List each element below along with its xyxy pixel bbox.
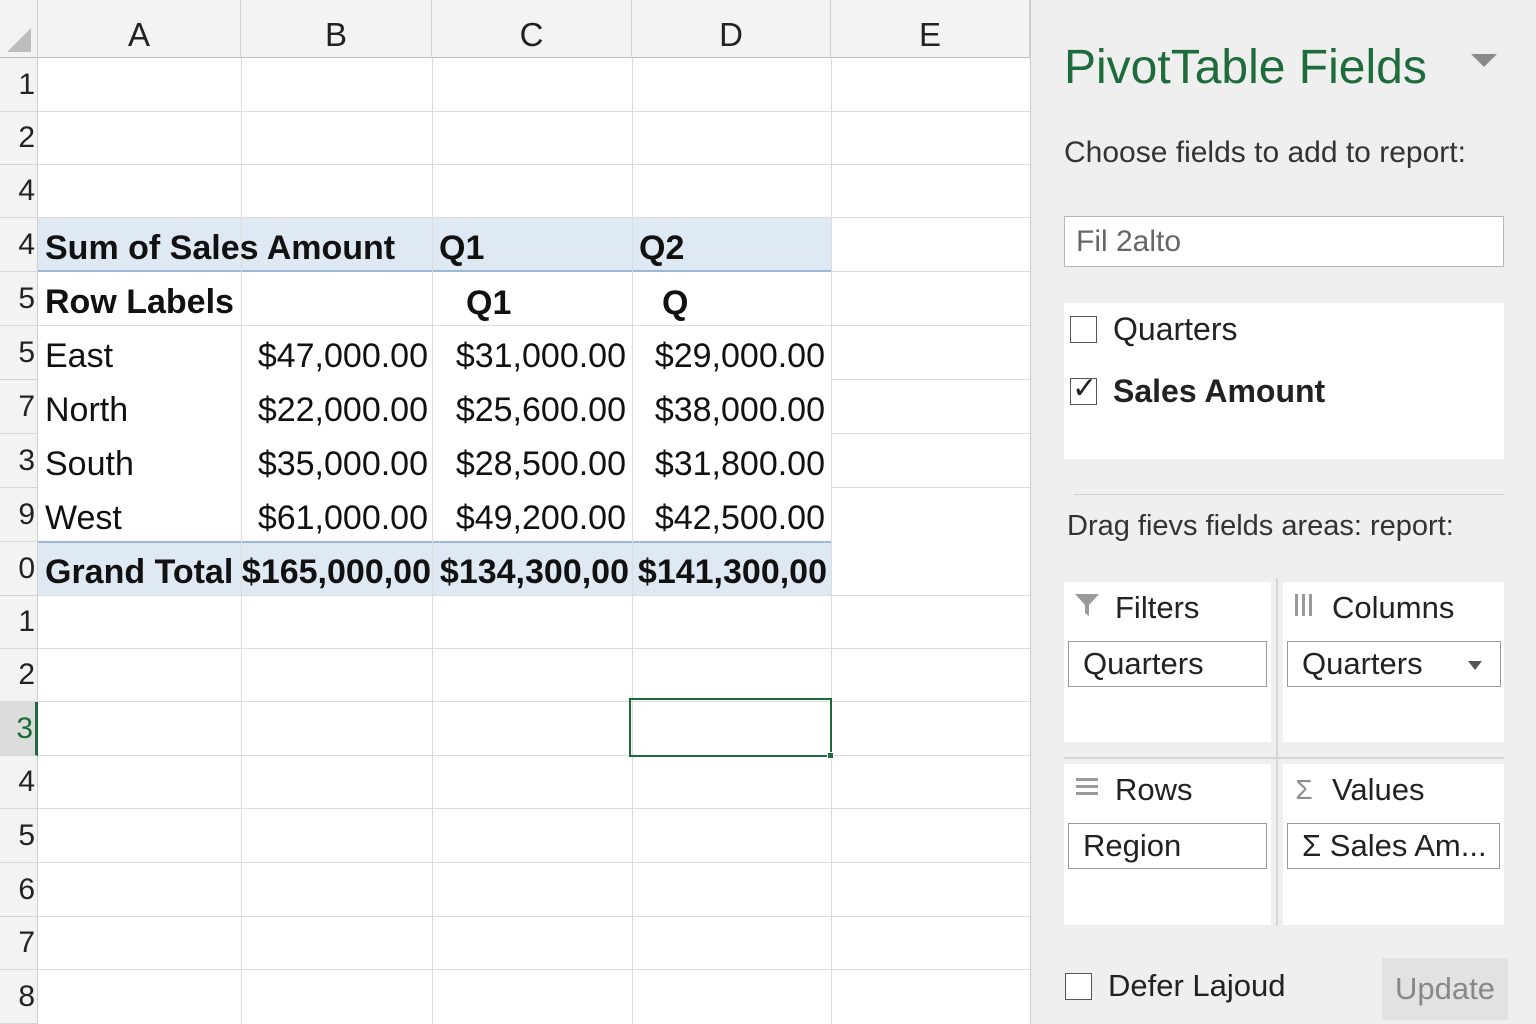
update-button[interactable]: Update — [1382, 958, 1508, 1020]
pivot-value-cell[interactable]: $22,000.00 — [241, 383, 428, 437]
column-header-b[interactable]: B — [241, 0, 432, 58]
pill-label: Quarters — [1302, 646, 1423, 681]
pivot-column-header[interactable]: Q2 — [639, 221, 684, 275]
select-all-corner[interactable] — [0, 0, 38, 58]
choose-fields-label: Choose fields to add to report: — [1064, 136, 1466, 169]
pivot-row-label[interactable]: West — [45, 491, 122, 545]
pivot-fields-pane: PivotTable Fields Choose fields to add t… — [1030, 0, 1536, 1024]
field-search-input[interactable]: Fil 2alto — [1064, 216, 1504, 267]
row-header[interactable]: 5 — [0, 326, 38, 380]
column-letter: D — [719, 16, 743, 53]
field-label: Sales Amount — [1113, 373, 1326, 409]
pivot-value-cell[interactable]: $35,000.00 — [241, 437, 428, 491]
column-letter: A — [127, 16, 150, 53]
row-header[interactable]: 2 — [0, 112, 38, 165]
row-header[interactable]: 2 — [0, 649, 38, 702]
row-header-active[interactable]: 3 — [0, 702, 38, 756]
pivot-row-label[interactable]: South — [45, 437, 134, 491]
pane-options-dropdown-icon[interactable] — [1471, 54, 1497, 67]
area-separator — [1276, 578, 1278, 926]
pivot-value-cell[interactable]: $38,000.00 — [632, 383, 825, 437]
pivot-value-cell[interactable]: $25,600.00 — [432, 383, 626, 437]
filter-icon — [1071, 591, 1103, 626]
columns-icon — [1288, 591, 1320, 626]
checkbox-icon[interactable] — [1065, 972, 1092, 1000]
drag-fields-label: Drag fievs fields areas: report: — [1067, 510, 1454, 542]
values-area-title: Values — [1332, 772, 1425, 807]
column-letter: B — [324, 16, 347, 53]
row-header[interactable]: 5 — [0, 272, 38, 326]
row-header[interactable]: 7 — [0, 917, 38, 970]
pane-divider — [1074, 494, 1504, 495]
rows-area-title: Rows — [1115, 772, 1193, 807]
pivot-grand-total-label[interactable]: Grand Total — [45, 545, 233, 599]
column-header-d[interactable]: D — [632, 0, 831, 58]
rows-icon — [1071, 773, 1103, 808]
fill-handle[interactable] — [827, 752, 834, 759]
spreadsheet-grid[interactable]: A B C D E 1 2 4 4 5 5 7 3 9 0 1 2 3 4 5 … — [0, 0, 1030, 1024]
rows-area-header: Rows — [1071, 772, 1193, 808]
sigma-icon: Σ — [1295, 774, 1313, 805]
pivot-value-cell[interactable]: $28,500.00 — [432, 437, 626, 491]
row-header[interactable]: 9 — [0, 488, 38, 542]
values-field-pill[interactable]: Σ Sales Am... — [1287, 823, 1500, 869]
column-header-a[interactable]: A — [38, 0, 241, 58]
columns-area-header: Columns — [1288, 590, 1454, 626]
row-header[interactable]: 6 — [0, 863, 38, 917]
pivot-value-cell[interactable]: $31,800.00 — [632, 437, 825, 491]
pivot-value-cell[interactable]: $31,000.00 — [432, 329, 626, 383]
row-header[interactable]: 4 — [0, 218, 38, 272]
checkbox-icon[interactable] — [1070, 316, 1097, 343]
pivot-values-header[interactable]: Sum of Sales Amount — [45, 221, 395, 275]
pivot-value-cell[interactable]: $42,500.00 — [632, 491, 825, 545]
field-item-quarters[interactable]: Quarters — [1070, 311, 1237, 348]
row-header[interactable]: 7 — [0, 380, 38, 434]
pivot-value-cell[interactable]: $49,200.00 — [432, 491, 626, 545]
row-header[interactable]: 8 — [0, 970, 38, 1024]
values-area-header: Σ Values — [1288, 772, 1425, 808]
pane-title: PivotTable Fields — [1064, 41, 1427, 94]
checkbox-checked-icon[interactable] — [1070, 371, 1097, 406]
defer-layout-option[interactable]: Defer Lajoud — [1065, 968, 1286, 1004]
column-header-e[interactable]: E — [831, 0, 1030, 58]
defer-label: Defer Lajoud — [1108, 968, 1286, 1003]
filters-area-header: Filters — [1071, 590, 1199, 626]
row-header[interactable]: 5 — [0, 809, 38, 863]
field-item-sales-amount[interactable]: Sales Amount — [1070, 371, 1326, 410]
column-letter: C — [519, 16, 544, 53]
pivot-value-cell[interactable]: $29,000.00 — [632, 329, 825, 383]
filters-area-title: Filters — [1115, 590, 1200, 625]
filters-field-pill[interactable]: Quarters — [1068, 641, 1267, 687]
pivot-subcolumn-header[interactable]: Q — [662, 276, 688, 330]
row-header[interactable]: 1 — [0, 58, 38, 112]
pivot-column-header[interactable]: Q1 — [439, 221, 484, 275]
row-header[interactable]: 4 — [0, 165, 38, 218]
pivot-value-cell[interactable]: $61,000.00 — [241, 491, 428, 545]
selected-cell[interactable] — [629, 698, 834, 759]
rows-field-pill[interactable]: Region — [1068, 823, 1267, 869]
row-header[interactable]: 0 — [0, 542, 38, 596]
pivot-value-cell[interactable]: $47,000.00 — [241, 329, 428, 383]
pivot-grand-total-cell[interactable]: $165,000,00 — [241, 545, 431, 599]
pivot-grand-total-cell[interactable]: $134,300,00 — [432, 545, 629, 599]
pivot-row-label[interactable]: East — [45, 329, 113, 383]
area-separator — [1064, 757, 1504, 759]
row-header[interactable]: 4 — [0, 756, 38, 809]
pivot-grand-total-cell[interactable]: $141,300,00 — [632, 545, 827, 599]
column-header-c[interactable]: C — [432, 0, 632, 58]
pivot-row-label[interactable]: North — [45, 383, 128, 437]
field-list: Quarters Sales Amount — [1064, 303, 1504, 459]
column-letter: E — [918, 16, 941, 53]
row-header[interactable]: 3 — [0, 434, 38, 488]
field-label: Quarters — [1113, 311, 1238, 347]
pivot-row-labels-header[interactable]: Row Labels — [45, 275, 234, 329]
chevron-down-icon[interactable] — [1468, 661, 1482, 670]
columns-area-title: Columns — [1332, 590, 1455, 625]
columns-field-pill[interactable]: Quarters — [1287, 641, 1501, 687]
row-header[interactable]: 1 — [0, 596, 38, 649]
pivot-subcolumn-header[interactable]: Q1 — [466, 276, 511, 330]
